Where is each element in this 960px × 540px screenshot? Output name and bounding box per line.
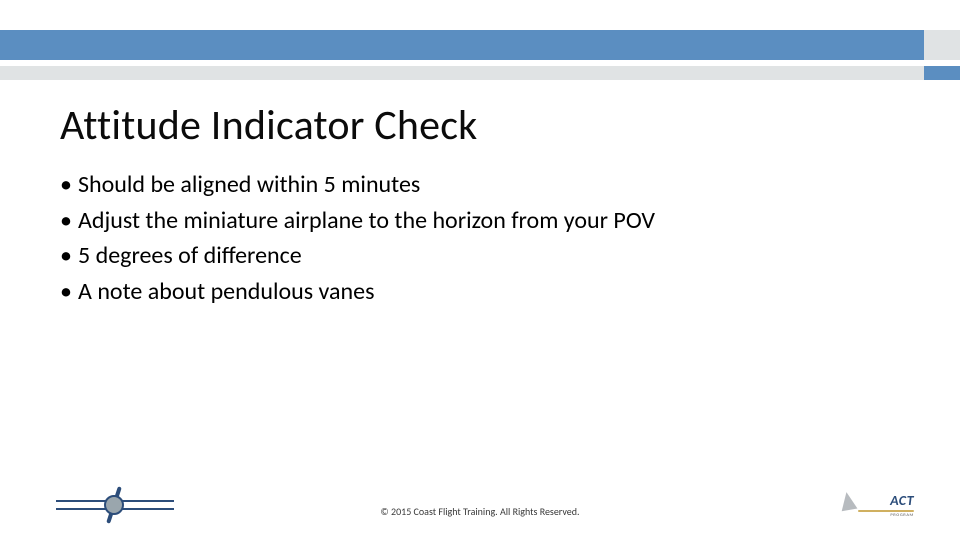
logo-plane-icon <box>839 491 858 512</box>
bullet-list: Should be aligned within 5 minutes Adjus… <box>60 168 900 310</box>
act-program-logo: ACT PROGRAM <box>838 488 914 528</box>
slide-title: Attitude Indicator Check <box>60 100 477 151</box>
act-logo-text: ACT <box>890 492 914 509</box>
header-bar-gray-cap <box>924 30 960 60</box>
bullet-item: Adjust the miniature airplane to the hor… <box>60 204 900 238</box>
footer: © 2015 Coast Flight Training. All Rights… <box>0 478 960 540</box>
bullet-item: Should be aligned within 5 minutes <box>60 168 900 202</box>
bullet-item: 5 degrees of difference <box>60 239 900 273</box>
act-logo-subtext: PROGRAM <box>890 513 914 518</box>
copyright-text: © 2015 Coast Flight Training. All Rights… <box>0 505 960 518</box>
subheader-bar-gray <box>0 66 924 80</box>
slide: Attitude Indicator Check Should be align… <box>0 0 960 540</box>
subheader-bar-blue-cap <box>924 66 960 80</box>
header-bar-blue <box>0 30 924 60</box>
logo-divider-icon <box>858 510 914 512</box>
bullet-item: A note about pendulous vanes <box>60 275 900 309</box>
